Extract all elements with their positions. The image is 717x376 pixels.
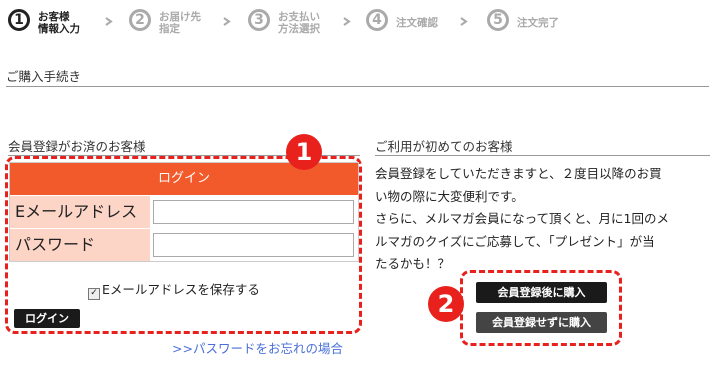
step-label-line1: お客様 bbox=[38, 11, 70, 23]
step-number: 3 bbox=[248, 9, 270, 31]
password-row: パスワード bbox=[10, 228, 358, 261]
forgot-password-link[interactable]: >>パスワードをお忘れの場合 bbox=[172, 338, 343, 357]
remember-email-checkbox[interactable]: ✓ bbox=[88, 288, 100, 300]
login-button[interactable]: ログイン bbox=[14, 309, 80, 328]
step-label-line2: 情報入力 bbox=[38, 23, 80, 35]
remember-email-label: Eメールアドレスを保存する bbox=[102, 282, 260, 297]
guest-info-line: さらに、メルマガ会員になって頂くと、月に1回のメ bbox=[375, 211, 669, 226]
member-section-title: 会員登録がお済のお客様 bbox=[8, 139, 146, 154]
step-label-line2: 指定 bbox=[159, 23, 180, 35]
step-label-line1: お支払い bbox=[278, 11, 320, 23]
guest-info-line: 会員登録をしていただきますと、２度目以降のお買 bbox=[375, 166, 662, 181]
password-label: パスワード bbox=[10, 229, 150, 261]
guest-info-line: ルマガのクイズにご応募して、「プレゼント」が当 bbox=[375, 233, 655, 249]
login-form: ログイン Eメールアドレス パスワード bbox=[9, 162, 359, 262]
step-label-line1: 注文確認 bbox=[396, 17, 438, 29]
buy-without-register-button[interactable]: 会員登録せずに購入 bbox=[476, 312, 607, 333]
chevron-right-icon bbox=[105, 17, 113, 26]
checkout-steps: 1 お客様 情報入力 2 お届け先 指定 3 お支払い 方法選択 4 注文確認 5 注… bbox=[0, 6, 717, 40]
step-number: 4 bbox=[366, 9, 388, 31]
step-label-line1: 注文完了 bbox=[517, 17, 559, 29]
remember-email-option[interactable]: ✓ Eメールアドレスを保存する bbox=[88, 279, 260, 300]
chevron-right-icon bbox=[223, 17, 231, 26]
step-label-line1: お届け先 bbox=[159, 11, 201, 23]
page-title: ご購入手続き bbox=[6, 69, 82, 84]
divider bbox=[6, 86, 709, 87]
password-field[interactable] bbox=[153, 233, 354, 257]
guest-info-line: い物の際に大変便利です。 bbox=[375, 188, 524, 204]
annotation-badge-1: 1 bbox=[286, 134, 322, 170]
guest-info-text: 会員登録をしていただきますと、２度目以降のお買 い物の際に大変便利です。 さらに… bbox=[375, 163, 710, 276]
divider bbox=[375, 155, 710, 156]
buy-after-register-button[interactable]: 会員登録後に購入 bbox=[476, 282, 607, 303]
email-field[interactable] bbox=[153, 200, 354, 224]
chevron-right-icon bbox=[460, 17, 468, 26]
guest-section-title: ご利用が初めてのお客様 bbox=[375, 139, 513, 154]
step-number: 1 bbox=[8, 9, 30, 31]
step-label-line2: 方法選択 bbox=[278, 23, 320, 35]
annotation-badge-2: 2 bbox=[428, 286, 464, 322]
email-label: Eメールアドレス bbox=[10, 196, 150, 228]
email-row: Eメールアドレス bbox=[10, 195, 358, 228]
step-number: 5 bbox=[487, 9, 509, 31]
chevron-right-icon bbox=[343, 17, 351, 26]
step-number: 2 bbox=[129, 9, 151, 31]
